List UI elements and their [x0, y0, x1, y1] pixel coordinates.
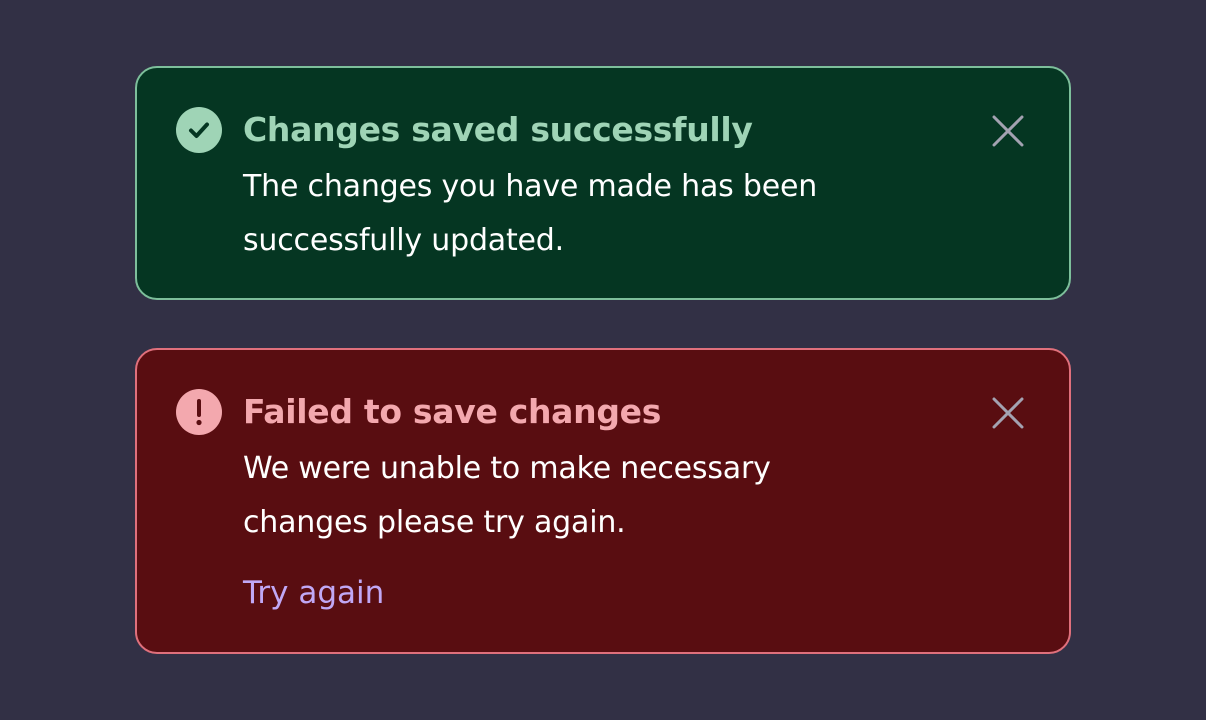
close-icon [992, 397, 1024, 429]
exclamation-circle-icon [176, 389, 222, 435]
success-alert-title: Changes saved successfully [243, 110, 753, 149]
check-circle-icon [176, 107, 222, 153]
error-alert: Failed to save changes We were unable to… [135, 348, 1071, 654]
try-again-link[interactable]: Try again [243, 570, 384, 616]
error-alert-message: We were unable to make necessary changes… [243, 451, 771, 540]
success-alert-close-button[interactable] [991, 114, 1025, 148]
success-alert: Changes saved successfully The changes y… [135, 66, 1071, 300]
error-alert-title: Failed to save changes [243, 392, 662, 431]
success-alert-message: The changes you have made has been succe… [243, 169, 818, 258]
close-icon [992, 115, 1024, 147]
error-alert-close-button[interactable] [991, 396, 1025, 430]
